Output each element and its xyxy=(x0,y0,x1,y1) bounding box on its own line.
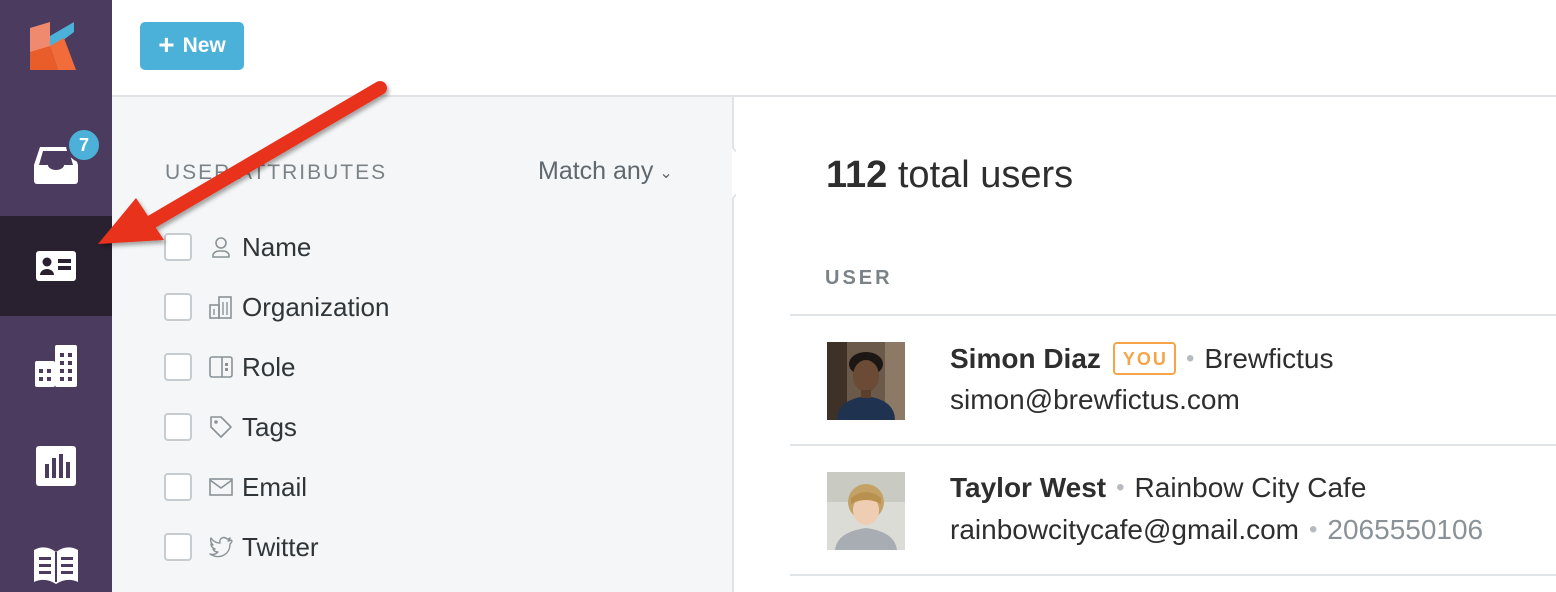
user-name[interactable]: Simon Diaz xyxy=(950,343,1101,375)
tag-icon xyxy=(208,414,234,440)
envelope-icon xyxy=(208,474,234,500)
filter-item-tags[interactable]: Tags xyxy=(164,412,297,442)
filter-checkbox[interactable] xyxy=(164,533,192,561)
user-contact-line: simon@brewfictus.com xyxy=(950,384,1240,416)
filter-panel: USER ATTRIBUTES Match any ⌄ Name Organiz… xyxy=(112,97,734,592)
app-logo[interactable] xyxy=(30,22,78,72)
filter-checkbox[interactable] xyxy=(164,353,192,381)
user-email[interactable]: rainbowcitycafe@gmail.com xyxy=(950,514,1299,546)
filter-item-twitter[interactable]: Twitter xyxy=(164,532,319,562)
user-organization[interactable]: Rainbow City Cafe xyxy=(1135,472,1367,504)
open-book-icon xyxy=(34,547,78,584)
user-contact-line: rainbowcitycafe@gmail.com • 2065550106 xyxy=(950,514,1483,546)
total-users-suffix: total users xyxy=(897,154,1074,196)
plus-icon: + xyxy=(158,29,175,60)
row-divider xyxy=(790,574,1556,576)
role-panel-icon xyxy=(208,354,234,380)
match-any-label: Match any xyxy=(538,157,654,185)
filters-header: USER ATTRIBUTES xyxy=(165,161,388,184)
separator-dot: • xyxy=(1309,516,1318,543)
total-users-heading: 112 total users xyxy=(826,154,1073,197)
filter-label: Twitter xyxy=(242,531,319,562)
total-users-count: 112 xyxy=(826,154,888,196)
filter-item-organization[interactable]: Organization xyxy=(164,292,389,322)
filter-item-role[interactable]: Role xyxy=(164,352,295,382)
avatar xyxy=(827,472,905,550)
filter-item-email[interactable]: Email xyxy=(164,472,307,502)
separator-dot: • xyxy=(1116,474,1125,501)
building-icon xyxy=(208,294,234,320)
table-row[interactable]: Taylor West • Rainbow City Cafe rainbowc… xyxy=(790,446,1556,576)
filter-checkbox[interactable] xyxy=(164,233,192,261)
filter-item-name[interactable]: Name xyxy=(164,232,311,262)
table-row[interactable]: Simon Diaz YOU • Brewfictus simon@brewfi… xyxy=(790,316,1556,446)
filter-label: Email xyxy=(242,471,308,502)
user-column-header[interactable]: USER xyxy=(825,267,893,290)
twitter-bird-icon xyxy=(208,534,234,560)
users-list-panel: 112 total users USER Simon Diaz YOU • Br… xyxy=(736,97,1556,592)
inbox-count-badge: 7 xyxy=(66,127,102,163)
new-button[interactable]: + New xyxy=(140,22,244,70)
sidebar-item-organizations[interactable] xyxy=(0,316,112,416)
person-icon xyxy=(208,234,234,260)
sidebar-item-knowledge-base[interactable] xyxy=(0,516,112,592)
buildings-icon xyxy=(35,345,77,387)
sidebar-nav: 7 xyxy=(0,0,112,592)
filter-label: Role xyxy=(242,351,296,382)
user-email[interactable]: simon@brewfictus.com xyxy=(950,384,1240,416)
contact-card-icon xyxy=(36,251,76,281)
bar-chart-icon xyxy=(36,446,76,486)
top-toolbar: + New xyxy=(112,0,1556,97)
match-any-dropdown[interactable]: Match any ⌄ xyxy=(538,157,673,186)
chevron-down-icon: ⌄ xyxy=(659,164,673,182)
new-button-label: New xyxy=(182,34,226,57)
you-badge: YOU xyxy=(1112,342,1176,375)
filter-label: Tags xyxy=(242,411,297,442)
sidebar-item-reports[interactable] xyxy=(0,416,112,516)
user-name[interactable]: Taylor West xyxy=(950,472,1106,504)
filter-checkbox[interactable] xyxy=(164,413,192,441)
user-name-line: Simon Diaz YOU • Brewfictus xyxy=(950,342,1334,375)
avatar xyxy=(827,342,905,420)
user-phone[interactable]: 2065550106 xyxy=(1327,514,1483,546)
separator-dot: • xyxy=(1185,344,1195,372)
sidebar-item-users[interactable] xyxy=(0,216,112,316)
user-name-line: Taylor West • Rainbow City Cafe xyxy=(950,472,1366,504)
filter-checkbox[interactable] xyxy=(164,473,192,501)
user-organization[interactable]: Brewfictus xyxy=(1204,343,1333,375)
filter-label: Organization xyxy=(242,291,390,322)
filter-checkbox[interactable] xyxy=(164,293,192,321)
filter-label: Name xyxy=(242,231,312,262)
